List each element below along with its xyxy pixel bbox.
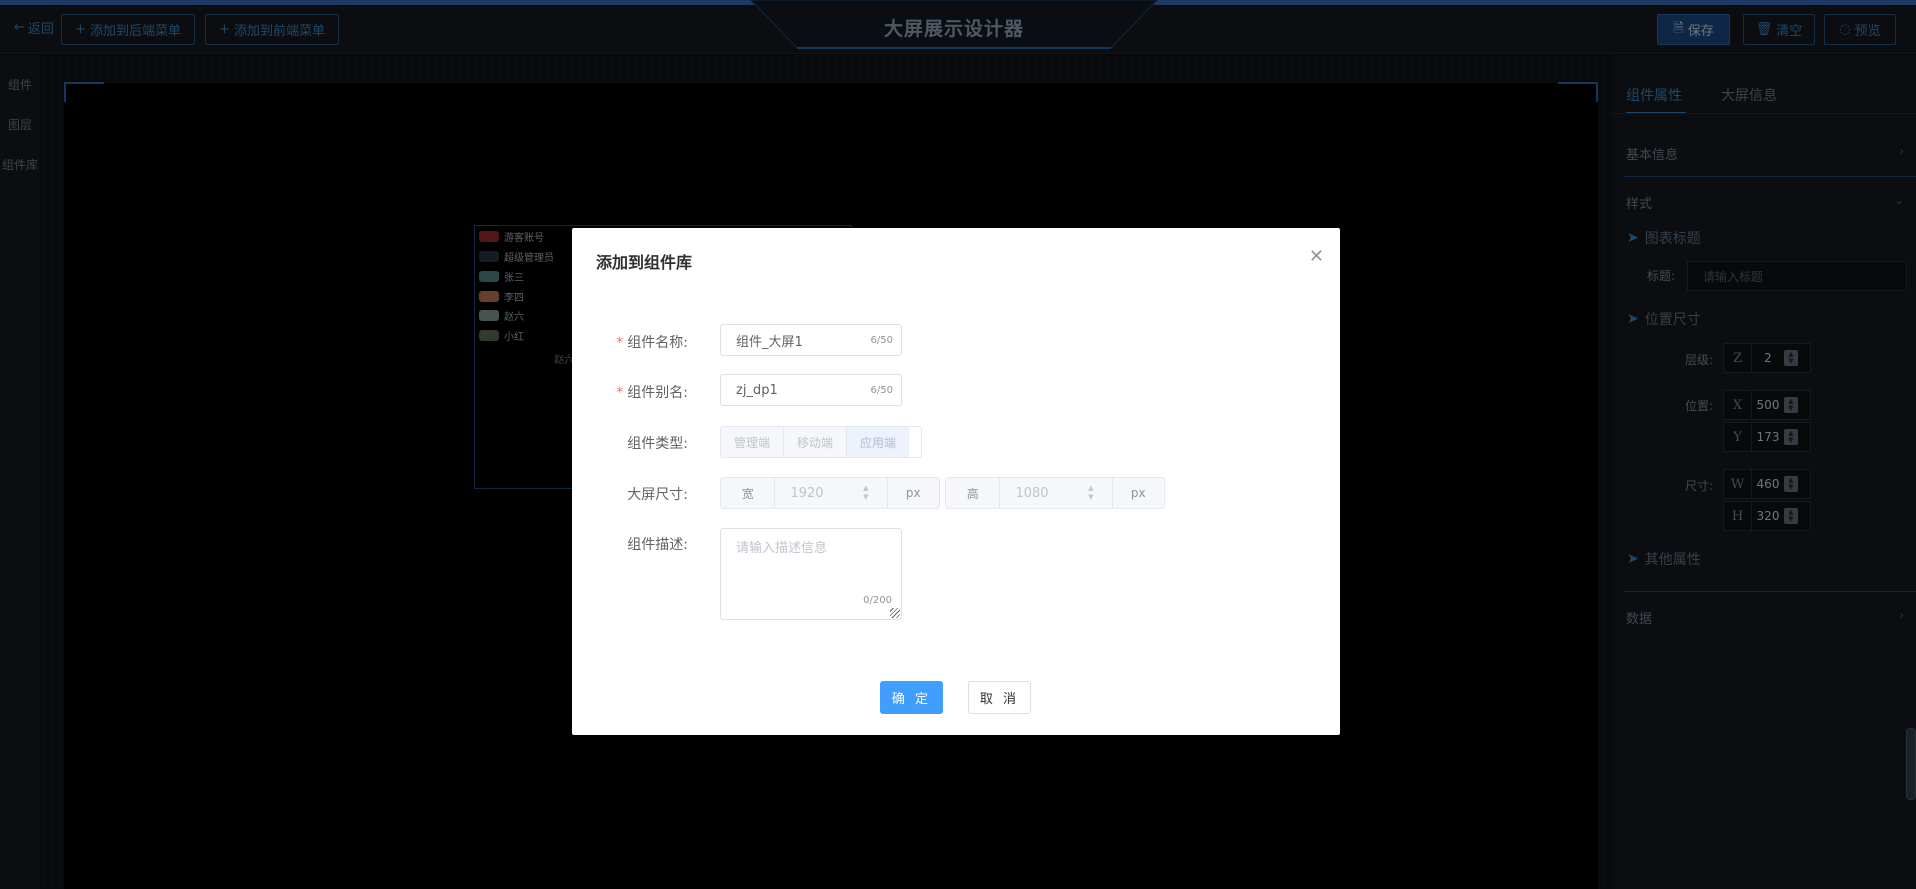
confirm-button[interactable]: 确 定 bbox=[880, 681, 943, 714]
name-label-text: 组件名称: bbox=[627, 335, 688, 351]
alias-label-text: 组件别名: bbox=[627, 385, 688, 401]
component-name-value: 组件_大屏1 bbox=[736, 334, 803, 350]
desc-field-label: 组件描述: bbox=[627, 537, 688, 553]
height-unit: px bbox=[1111, 478, 1164, 508]
add-to-library-dialog: 添加到组件库 ✕ * 组件名称: 组件_大屏1 6/50 * 组件别名: zj_dp… bbox=[572, 228, 1340, 735]
description-count: 0/200 bbox=[863, 595, 892, 606]
name-field-label: * 组件名称: bbox=[572, 332, 688, 352]
component-alias-input[interactable]: zj_dp1 6/50 bbox=[720, 374, 902, 406]
designer-app: ← 返回 + 添加到后端菜单 + 添加到前端菜单 大屏展示设计器 🗎 保存 🗑 … bbox=[0, 0, 1916, 889]
height-prefix: 高 bbox=[946, 478, 1001, 508]
dialog-title: 添加到组件库 bbox=[596, 253, 693, 272]
component-name-count: 6/50 bbox=[870, 334, 893, 346]
type-option-app[interactable]: 应用端 bbox=[847, 427, 910, 457]
component-alias-count: 6/50 bbox=[870, 384, 893, 396]
close-icon[interactable]: ✕ bbox=[1309, 246, 1324, 267]
width-prefix: 宽 bbox=[721, 478, 776, 508]
size-field-label: 大屏尺寸: bbox=[627, 487, 688, 503]
alias-field-label: * 组件别名: bbox=[572, 382, 688, 402]
type-option-mobile[interactable]: 移动端 bbox=[784, 427, 848, 457]
resize-handle-icon[interactable] bbox=[890, 608, 900, 618]
height-value-wrap: 1080 ▲ ▼ bbox=[1000, 478, 1111, 508]
stepper-icon[interactable]: ▲▼ bbox=[863, 484, 868, 502]
component-type-selector: 管理端 移动端 应用端 bbox=[720, 426, 922, 458]
stepper-icon[interactable]: ▲▼ bbox=[1088, 484, 1093, 502]
cancel-button[interactable]: 取 消 bbox=[968, 681, 1031, 714]
width-value-wrap: 1920 ▲ ▼ bbox=[775, 478, 886, 508]
description-textarea[interactable]: 请输入描述信息 0/200 bbox=[720, 528, 902, 620]
type-option-admin[interactable]: 管理端 bbox=[721, 427, 785, 457]
type-field-label: 组件类型: bbox=[627, 436, 688, 452]
description-placeholder: 请输入描述信息 bbox=[736, 541, 828, 556]
component-alias-value: zj_dp1 bbox=[736, 382, 778, 398]
component-name-input[interactable]: 组件_大屏1 6/50 bbox=[720, 324, 902, 356]
height-input[interactable]: 高 1080 ▲ ▼ px bbox=[945, 477, 1165, 509]
width-input[interactable]: 宽 1920 ▲ ▼ px bbox=[720, 477, 940, 509]
width-unit: px bbox=[886, 478, 939, 508]
width-value: 1920 bbox=[790, 485, 824, 501]
required-asterisk: * bbox=[616, 335, 624, 351]
required-asterisk: * bbox=[616, 385, 624, 401]
height-value: 1080 bbox=[1015, 485, 1049, 501]
